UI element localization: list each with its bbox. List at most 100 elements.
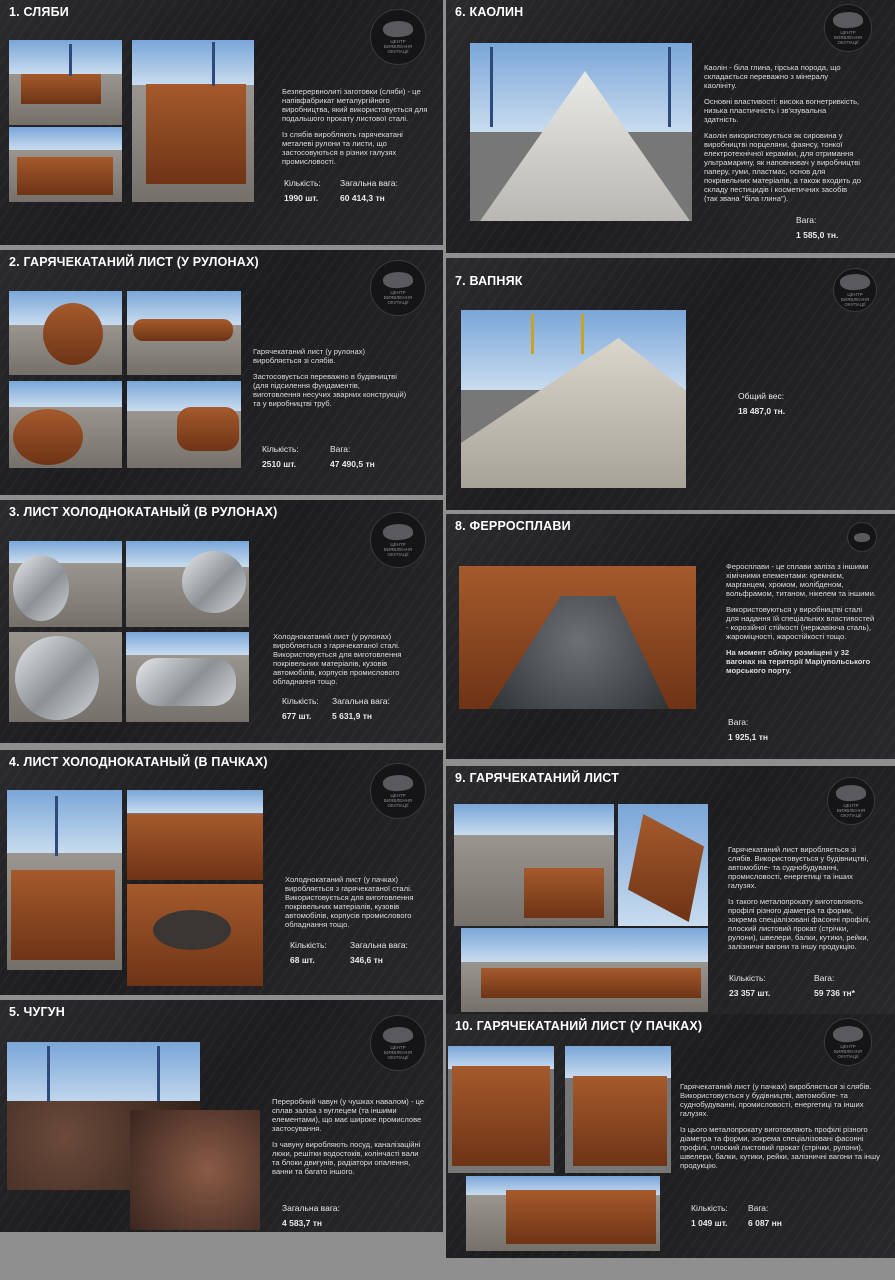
ukraine-map-icon [382,269,414,290]
card-title: 2. ГАРЯЧЕКАТАНИЙ ЛИСТ (У РУЛОНАХ) [9,255,259,269]
photo-cold-coils-1 [9,541,122,627]
card-slabs: 1. СЛЯБИ ЦЕНТР ВИЯВЛЕННЯ ОКУПАЦІЇ Безпер… [0,0,443,245]
weight-stat: Вага: 47 490,5 тн [330,444,375,469]
photo-sheet-2 [618,804,708,926]
quantity-label: Кількість: [691,1203,728,1213]
description-paragraph: Феросплави - це сплави заліза з іншими х… [726,562,876,598]
card-cold-rolled-coils: 3. ЛИСТ ХОЛОДНОКАТАНЫЙ (В РУЛОНАХ) ЦЕНТР… [0,500,443,743]
card-hot-rolled-sheet: 9. ГАРЯЧЕКАТАНИЙ ЛИСТ ЦЕНТР ВИЯВЛЕННЯ ОК… [446,766,895,1014]
description-paragraph: Холоднокатаний лист (у пачках) виробляєт… [285,875,414,929]
weight-stat: Вага: 1 925,1 тн [728,717,768,742]
description-paragraph: Із цього металопрокату виготовляють проф… [680,1125,880,1170]
card-title: 8. ФЕРРОСПЛАВИ [455,519,571,533]
photo-packs-3 [127,884,263,986]
weight-label: Загальна вага: [350,940,408,950]
quantity-stat: Кількість: 677 шт. [282,696,319,721]
photo-cold-coils-2 [126,541,249,627]
weight-value: 5 631,9 тн [332,711,373,721]
weight-label: Вага: [814,973,835,983]
weight-value: 6 087 нн [748,1218,782,1228]
card-description: Холоднокатаний лист (у рулонах) виробляє… [273,632,423,693]
logo-text: ЦЕНТР ВИЯВЛЕННЯ ОКУПАЦІЇ [833,29,863,45]
brand-logo: ЦЕНТР ВИЯВЛЕННЯ ОКУПАЦІЇ [827,777,875,825]
weight-label: Загальна вага: [332,696,390,706]
ukraine-map-icon [835,782,867,803]
photo-sheet-1 [454,804,614,926]
card-cold-rolled-packs: 4. ЛИСТ ХОЛОДНОКАТАНЫЙ (В ПАЧКАХ) ЦЕНТР … [0,750,443,995]
card-title: 6. КАОЛИН [455,5,524,19]
weight-value: 59 736 тн* [814,988,855,998]
weight-stat: Вага: 1 585,0 тн. [796,215,838,240]
quantity-stat: Кількість: 1 049 шт. [691,1203,728,1228]
weight-label: Вага: [728,717,749,727]
description-paragraph: Каолін використовується як сировина у ви… [704,131,861,203]
card-limestone: 7. ВАПНЯК ЦЕНТР ВИЯВЛЕННЯ ОКУПАЦІЇ Общий… [446,258,895,510]
photo-packs-2 [565,1046,671,1173]
card-description: Феросплави - це сплави заліза з іншими х… [726,562,876,682]
weight-stat: Загальна вага: 5 631,9 тн [332,696,390,721]
weight-value: 18 487,0 тн. [738,406,786,416]
card-description: Гарячекатаний лист (у рулонах) виробляєт… [253,347,408,415]
description-paragraph: На момент обліку розміщені у 32 вагонах … [726,648,871,675]
card-description: Безперервнолиті заготовки (сляби) - це н… [282,87,432,173]
photo-slabs-1 [9,40,122,125]
card-title: 10. ГАРЯЧЕКАТАНИЙ ЛИСТ (У ПАЧКАХ) [455,1019,703,1033]
weight-stat: Загальна вага: 60 414,3 тн [340,178,398,203]
weight-stat: Вага: 6 087 нн [748,1203,782,1228]
card-kaolin: 6. КАОЛИН ЦЕНТР ВИЯВЛЕННЯ ОКУПАЦІЇ Каолі… [446,0,895,253]
description-paragraph: Холоднокатаний лист (у рулонах) виробляє… [273,632,402,686]
description-paragraph: Гарячекатаний лист (у рулонах) виробляєт… [253,347,366,365]
card-title: 7. ВАПНЯК [455,274,523,288]
description-paragraph: Переробний чавун (у чушках навалом) - це… [272,1097,425,1133]
brand-logo [847,522,877,552]
card-description: Гарячекатаний лист виробляється зі слябі… [728,845,878,958]
card-description: Гарячекатаний лист (у пачках) виробляєть… [680,1082,880,1177]
logo-text: ЦЕНТР ВИЯВЛЕННЯ ОКУПАЦІЇ [383,792,413,808]
weight-value: 47 490,5 тн [330,459,375,469]
card-title: 4. ЛИСТ ХОЛОДНОКАТАНЫЙ (В ПАЧКАХ) [9,755,268,769]
quantity-label: Кількість: [262,444,299,454]
photo-coils-3 [9,381,122,468]
photo-coils-1 [9,291,122,375]
weight-value: 346,6 тн [350,955,383,965]
weight-stat: Общий вес: 18 487,0 тн. [738,391,785,416]
quantity-stat: Кількість: 68 шт. [290,940,327,965]
brand-logo: ЦЕНТР ВИЯВЛЕННЯ ОКУПАЦІЇ [833,268,877,312]
photo-slabs-2 [9,127,122,202]
brand-logo: ЦЕНТР ВИЯВЛЕННЯ ОКУПАЦІЇ [370,1015,426,1071]
ukraine-map-icon [382,521,414,542]
description-paragraph: Гарячекатаний лист (у пачках) виробляєть… [680,1082,872,1118]
photo-slabs-3 [132,40,254,202]
photo-ferroalloys [459,566,696,709]
page-background-strip [0,1232,442,1280]
ukraine-map-icon [839,271,871,292]
weight-label: Загальна вага: [340,178,398,188]
description-paragraph: Гарячекатаний лист виробляється зі слябі… [728,845,869,890]
logo-text: ЦЕНТР ВИЯВЛЕННЯ ОКУПАЦІЇ [833,1043,863,1059]
quantity-value: 1990 шт. [284,193,319,203]
photo-packs-1 [448,1046,554,1173]
description-paragraph: Застосовується переважно в будівництві (… [253,372,407,408]
card-ferroalloys: 8. ФЕРРОСПЛАВИ Феросплави - це сплави за… [446,514,895,759]
description-paragraph: Із такого металопрокату виготовляють про… [728,897,871,951]
brand-logo: ЦЕНТР ВИЯВЛЕННЯ ОКУПАЦІЇ [370,260,426,316]
quantity-label: Кількість: [282,696,319,706]
weight-stat: Загальна вага: 4 583,7 тн [282,1203,340,1228]
quantity-label: Кількість: [290,940,327,950]
quantity-label: Кількість: [729,973,766,983]
logo-text: ЦЕНТР ВИЯВЛЕННЯ ОКУПАЦІЇ [840,291,870,307]
photo-sheet-3 [461,928,708,1012]
card-title: 1. СЛЯБИ [9,5,69,19]
quantity-value: 1 049 шт. [691,1218,728,1228]
weight-value: 1 925,1 тн [728,732,769,742]
brand-logo: ЦЕНТР ВИЯВЛЕННЯ ОКУПАЦІЇ [370,512,426,568]
logo-text: ЦЕНТР ВИЯВЛЕННЯ ОКУПАЦІЇ [383,38,413,54]
photo-packs-3 [466,1176,660,1251]
ukraine-map-icon [832,1023,864,1044]
weight-stat: Загальна вага: 346,6 тн [350,940,408,965]
brand-logo: ЦЕНТР ВИЯВЛЕННЯ ОКУПАЦІЇ [370,9,426,65]
weight-value: 1 585,0 тн. [796,230,839,240]
card-pig-iron: 5. ЧУГУН ЦЕНТР ВИЯВЛЕННЯ ОКУПАЦІЇ Переро… [0,1000,443,1232]
weight-value: 60 414,3 тн [340,193,385,203]
weight-label: Общий вес: [738,391,785,401]
